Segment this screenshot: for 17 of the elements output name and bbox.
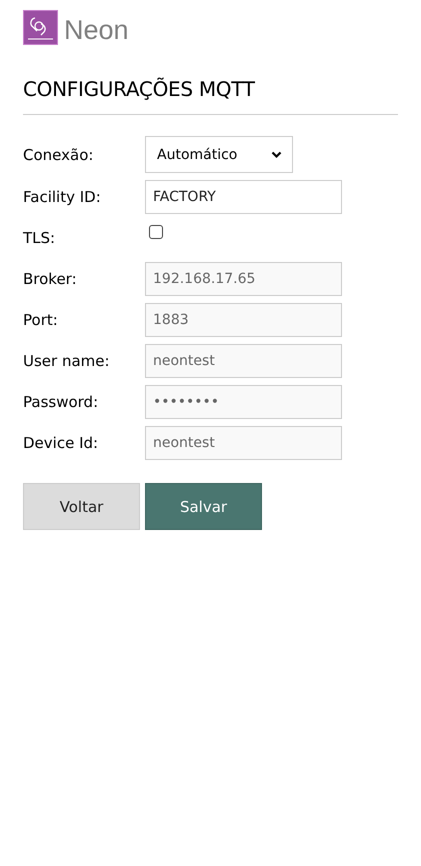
field-label: Device Id:	[23, 434, 100, 452]
brand-name: Neon	[64, 14, 129, 46]
field-label: Facility ID:	[23, 188, 102, 206]
back-button[interactable]: Voltar	[23, 483, 140, 530]
field-label: Password:	[23, 393, 100, 411]
page-title: CONFIGURAÇÕES MQTT	[23, 77, 256, 101]
select-field[interactable]: Automático	[145, 136, 293, 173]
field-label: Conexão:	[23, 146, 94, 164]
field-label: Broker:	[23, 270, 78, 288]
input-field[interactable]: FACTORY	[145, 180, 342, 214]
chevron-down-icon	[271, 150, 282, 158]
checkbox[interactable]	[149, 225, 163, 239]
field-label: User name:	[23, 352, 111, 370]
field-label: TLS:	[23, 229, 56, 247]
field-label: Port:	[23, 311, 59, 329]
logo-icon	[23, 10, 58, 44]
save-button[interactable]: Salvar	[145, 483, 262, 530]
